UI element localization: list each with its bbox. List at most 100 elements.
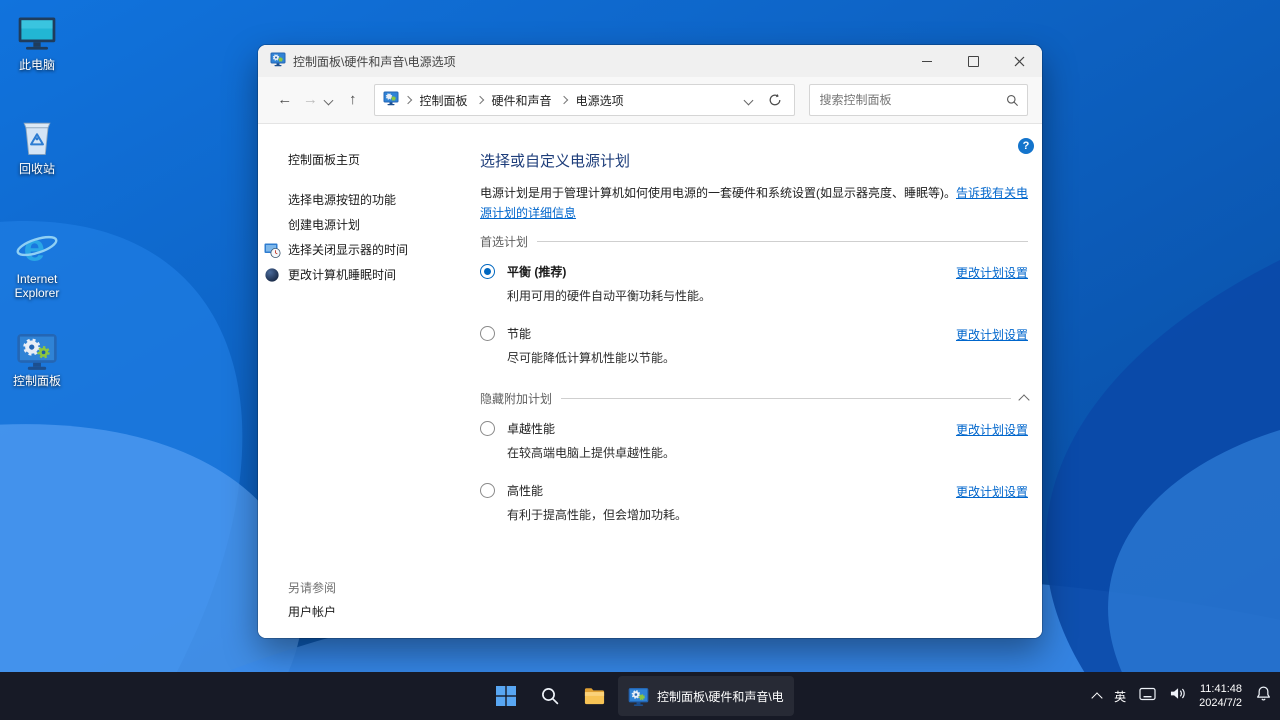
refresh-icon: [768, 93, 782, 107]
refresh-button[interactable]: [764, 89, 786, 111]
plan-description: 有利于提高性能，但会增加功耗。: [507, 506, 956, 523]
group-rule: [537, 241, 1028, 242]
window-control-panel-icon: [270, 51, 286, 72]
plan-row-balanced: 平衡 (推荐) 利用可用的硬件自动平衡功耗与性能。 更改计划设置: [480, 263, 1028, 304]
tray-expand-chevron-icon[interactable]: [1091, 692, 1102, 703]
sidebar-item-power-buttons[interactable]: 选择电源按钮的功能: [288, 194, 480, 207]
plan-name: 卓越性能: [507, 420, 956, 437]
touch-keyboard-icon[interactable]: [1139, 687, 1156, 706]
search-box[interactable]: [809, 84, 1028, 116]
desktop-icon-internet-explorer[interactable]: e Internet Explorer: [2, 224, 72, 300]
sidebar-item-display-off-time[interactable]: 选择关闭显示器的时间: [288, 244, 480, 257]
taskbar: 控制面板\硬件和声音\电 英 11:41:48 202: [0, 672, 1280, 720]
taskbar-app-label: 控制面板\硬件和声音\电: [657, 688, 784, 705]
ime-language-indicator[interactable]: 英: [1114, 688, 1126, 705]
additional-plans-group: 隐藏附加计划 卓越性能 在较高端电脑上提供卓越性能。 更改计划设置: [480, 390, 1028, 523]
desktop-icon-this-pc[interactable]: 此电脑: [2, 12, 72, 72]
taskbar-clock[interactable]: 11:41:48 2024/7/2: [1199, 682, 1242, 710]
maximize-button[interactable]: [950, 45, 996, 77]
radio-ultimate-performance[interactable]: [480, 421, 495, 436]
address-bar[interactable]: 控制面板 硬件和声音 电源选项: [374, 84, 795, 116]
sidebar-item-label: 选择关闭显示器的时间: [288, 243, 408, 257]
plan-description: 在较高端电脑上提供卓越性能。: [507, 444, 956, 461]
folder-icon: [583, 685, 606, 708]
breadcrumb-power-options[interactable]: 电源选项: [573, 92, 627, 109]
close-button[interactable]: [996, 45, 1042, 77]
preferred-plans-group: 首选计划 平衡 (推荐) 利用可用的硬件自动平衡功耗与性能。 更改计划设置: [480, 233, 1028, 366]
change-plan-settings-link[interactable]: 更改计划设置: [956, 482, 1028, 523]
sidebar-item-user-accounts[interactable]: 用户帐户: [288, 603, 336, 620]
recycle-bin-icon: [2, 114, 72, 160]
control-panel-icon: [2, 330, 72, 372]
search-icon: [1006, 94, 1019, 107]
sidebar-item-control-panel-home[interactable]: 控制面板主页: [288, 151, 480, 168]
desktop-icon-label: Internet Explorer: [2, 272, 72, 300]
radio-high-performance[interactable]: [480, 483, 495, 498]
control-panel-icon: [628, 686, 649, 707]
sidebar-item-label: 创建电源计划: [288, 218, 360, 232]
desktop-icon-label: 此电脑: [2, 58, 72, 72]
radio-balanced[interactable]: [480, 264, 495, 279]
page-title: 选择或自定义电源计划: [480, 150, 1028, 171]
up-button[interactable]: ↑: [340, 85, 366, 115]
sidebar-item-create-power-plan[interactable]: 创建电源计划: [288, 219, 480, 232]
sidebar: 控制面板主页 选择电源按钮的功能 创建电源计划: [258, 124, 480, 638]
close-icon: [1014, 56, 1025, 67]
change-plan-settings-link[interactable]: 更改计划设置: [956, 420, 1028, 461]
radio-power-saver[interactable]: [480, 326, 495, 341]
breadcrumb-separator-icon: [403, 96, 411, 104]
plan-name: 节能: [507, 325, 956, 342]
titlebar[interactable]: 控制面板\硬件和声音\电源选项: [258, 45, 1042, 77]
desktop-icon-label: 回收站: [2, 162, 72, 176]
breadcrumb-control-panel[interactable]: 控制面板: [417, 92, 471, 109]
recent-pages-chevron-icon[interactable]: [324, 95, 334, 105]
clock-time: 11:41:48: [1199, 682, 1242, 696]
change-plan-settings-link[interactable]: 更改计划设置: [956, 263, 1028, 304]
plan-name: 高性能: [507, 482, 956, 499]
sidebar-item-label: 更改计算机睡眠时间: [288, 268, 396, 282]
forward-button[interactable]: →: [298, 85, 324, 115]
breadcrumb-separator-icon: [475, 96, 483, 104]
sidebar-item-label: 选择电源按钮的功能: [288, 193, 396, 207]
clock-date: 2024/7/2: [1199, 696, 1242, 710]
collapse-chevron-icon[interactable]: [1018, 394, 1029, 405]
intro-text: 电源计划是用于管理计算机如何使用电源的一套硬件和系统设置(如显示器亮度、睡眠等)…: [480, 183, 1028, 223]
desktop: 此电脑 回收站 e Internet Explorer: [0, 0, 1280, 720]
desktop-icon-control-panel[interactable]: 控制面板: [2, 330, 72, 388]
windows-logo-icon: [495, 685, 517, 707]
internet-explorer-icon: e: [2, 224, 72, 270]
file-explorer-button[interactable]: [574, 676, 614, 716]
navigation-bar: ← → ↑ 控制面板 硬件和声音: [258, 77, 1042, 124]
change-plan-settings-link[interactable]: 更改计划设置: [956, 325, 1028, 366]
svg-text:e: e: [24, 226, 45, 269]
notifications-bell-icon[interactable]: [1255, 685, 1272, 707]
sidebar-item-sleep-time[interactable]: 更改计算机睡眠时间: [288, 269, 480, 282]
control-panel-search-input[interactable]: [818, 92, 1006, 108]
desktop-icon-recycle-bin[interactable]: 回收站: [2, 114, 72, 176]
plan-row-high-performance: 高性能 有利于提高性能，但会增加功耗。 更改计划设置: [480, 482, 1028, 523]
volume-icon[interactable]: [1169, 686, 1186, 706]
intro-text-body: 电源计划是用于管理计算机如何使用电源的一套硬件和系统设置(如显示器亮度、睡眠等)…: [480, 186, 956, 200]
taskbar-app-control-panel[interactable]: 控制面板\硬件和声音\电: [618, 676, 794, 716]
back-button[interactable]: ←: [272, 85, 298, 115]
this-pc-icon: [2, 12, 72, 56]
address-control-panel-icon: [383, 90, 399, 111]
address-dropdown-chevron-icon[interactable]: [743, 95, 753, 105]
window-title: 控制面板\硬件和声音\电源选项: [293, 53, 456, 70]
plan-name: 平衡 (推荐): [507, 263, 956, 280]
see-also-heading: 另请参阅: [288, 579, 336, 596]
taskbar-search-button[interactable]: [530, 676, 570, 716]
breadcrumb-separator-icon: [559, 96, 567, 104]
plan-row-power-saver: 节能 尽可能降低计算机性能以节能。 更改计划设置: [480, 325, 1028, 366]
display-time-icon: [264, 242, 281, 262]
plan-description: 利用可用的硬件自动平衡功耗与性能。: [507, 287, 956, 304]
main-content: ? 选择或自定义电源计划 电源计划是用于管理计算机如何使用电源的一套硬件和系统设…: [480, 124, 1042, 638]
group-title: 首选计划: [480, 233, 528, 250]
help-button[interactable]: ?: [1018, 138, 1034, 154]
group-title: 隐藏附加计划: [480, 390, 552, 407]
minimize-button[interactable]: [904, 45, 950, 77]
start-button[interactable]: [486, 676, 526, 716]
control-panel-window: 控制面板\硬件和声音\电源选项 ← → ↑: [258, 45, 1042, 638]
breadcrumb-hardware-and-sound[interactable]: 硬件和声音: [489, 92, 555, 109]
group-rule: [561, 398, 1011, 399]
